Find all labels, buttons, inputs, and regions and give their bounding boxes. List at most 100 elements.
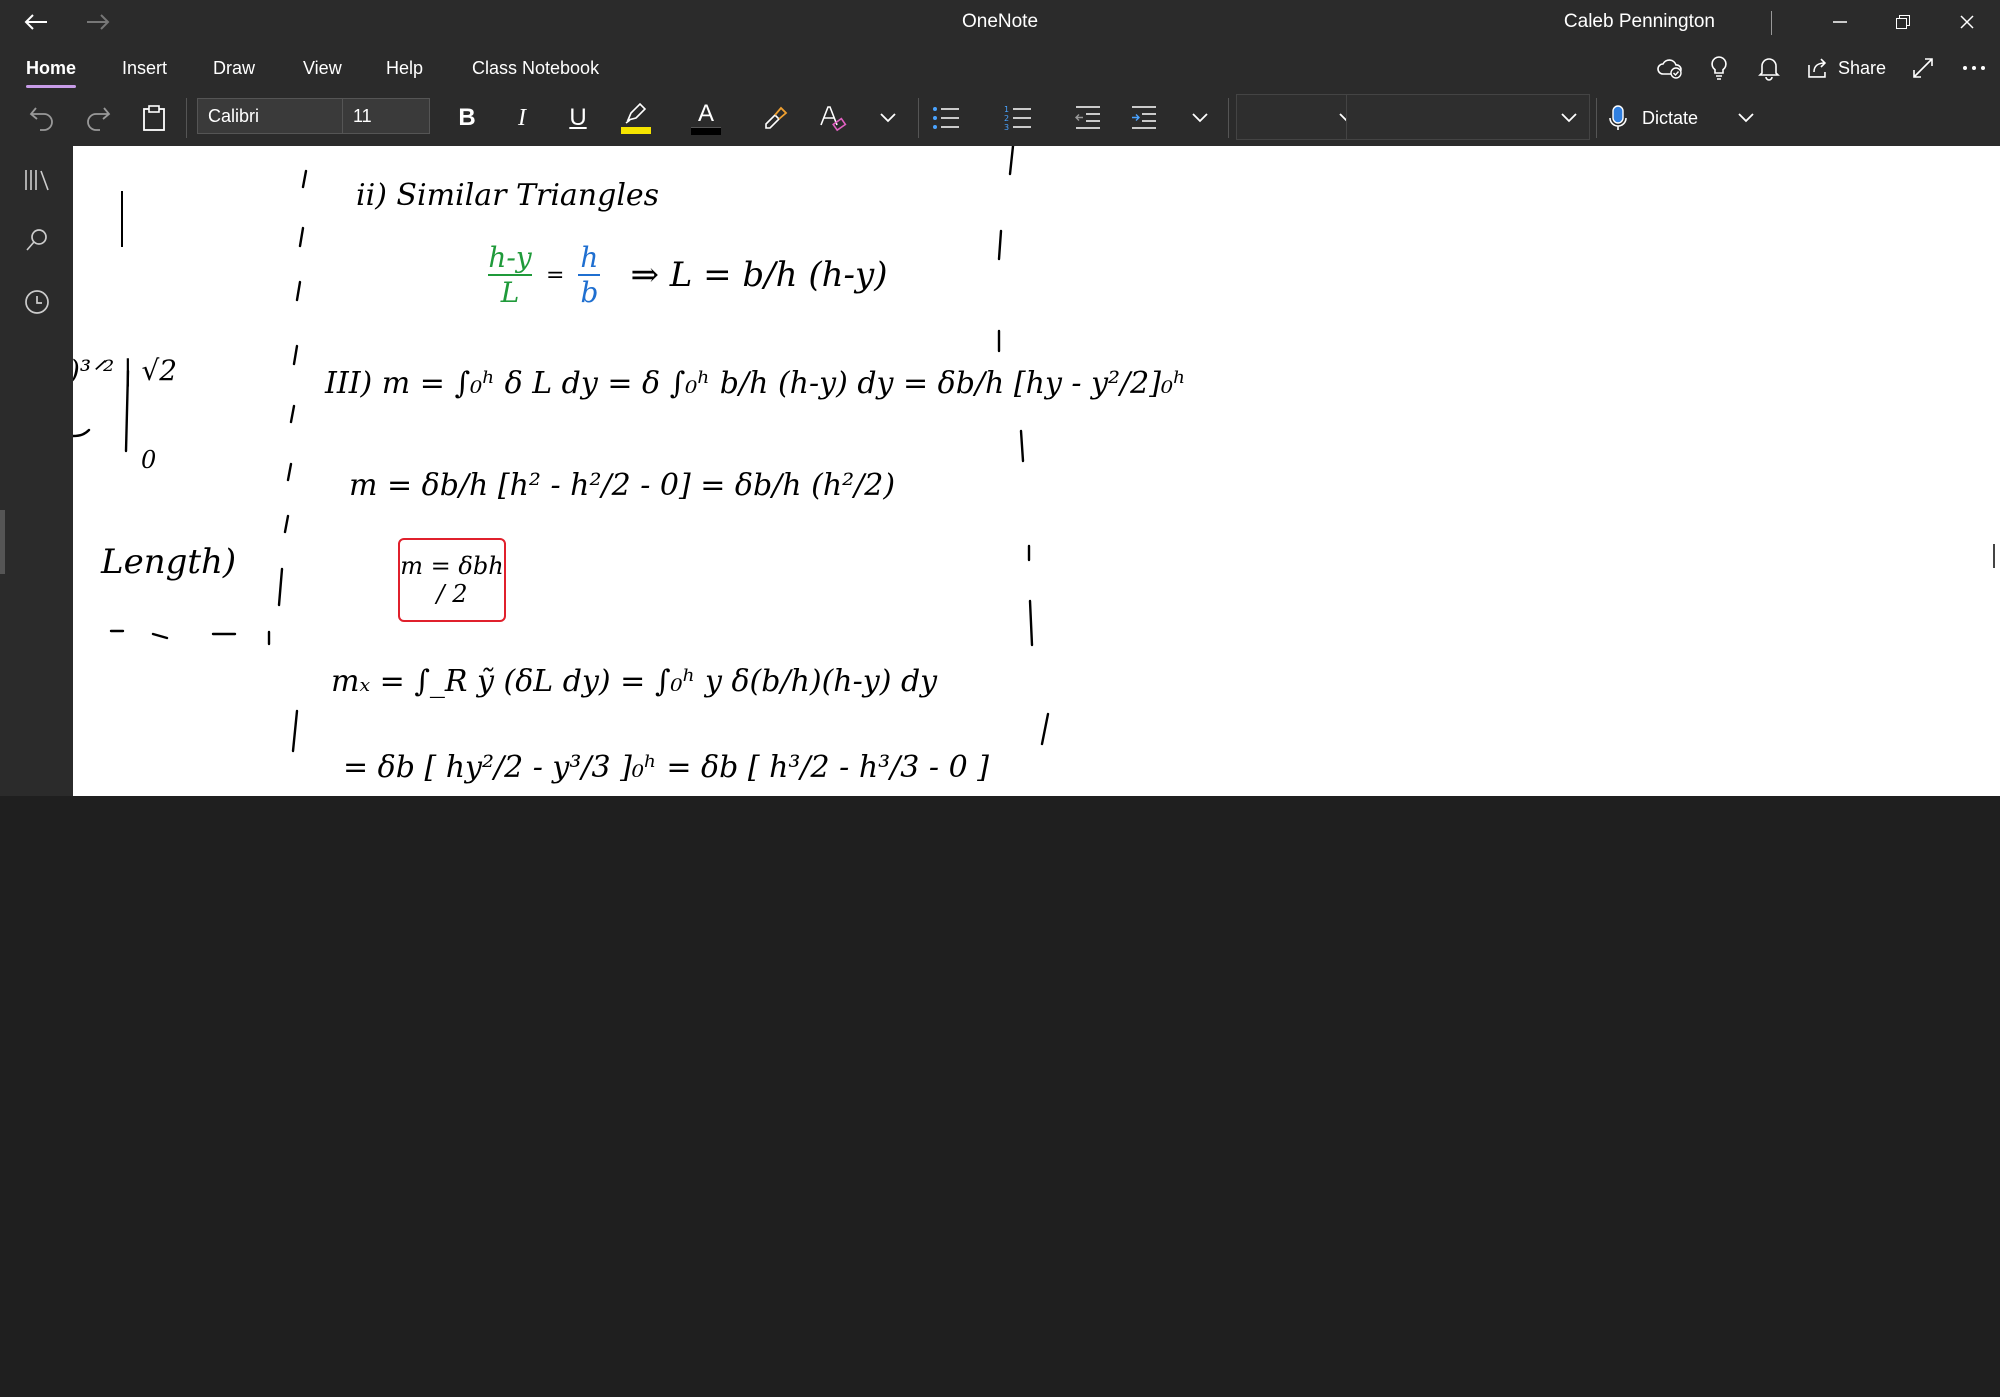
close-button[interactable] bbox=[1942, 0, 1992, 44]
user-name[interactable]: Caleb Pennington bbox=[1564, 0, 1715, 44]
chevron-down-icon bbox=[880, 113, 896, 123]
bold-button[interactable]: B bbox=[450, 100, 484, 136]
microphone-icon bbox=[1609, 105, 1627, 130]
highlight-button[interactable] bbox=[618, 98, 654, 138]
chevron-down-icon bbox=[1738, 113, 1754, 123]
dictate-options-dropdown[interactable] bbox=[1730, 100, 1762, 136]
underline-label: U bbox=[569, 104, 587, 131]
forward-button[interactable] bbox=[80, 0, 116, 44]
format-painter-button[interactable] bbox=[758, 100, 794, 136]
share-label: Share bbox=[1837, 57, 1886, 78]
minimize-button[interactable] bbox=[1815, 0, 1865, 44]
font-color-label: A bbox=[697, 100, 714, 127]
italic-button[interactable]: I bbox=[505, 100, 539, 136]
font-size-field[interactable]: 11 bbox=[342, 98, 430, 134]
numbered-list-button[interactable]: 123 bbox=[1000, 100, 1036, 136]
ratio-equation: h-y L = h b ⇒ L = b/h (h-y) bbox=[488, 241, 888, 309]
increase-indent-button[interactable] bbox=[1126, 100, 1162, 136]
underline-button[interactable]: U bbox=[561, 100, 595, 136]
moment-evaluation: = δb [ hy²/2 - y³/3 ]₀ʰ = δb [ h³/2 - h³… bbox=[343, 750, 989, 785]
dictate-button[interactable]: Dictate bbox=[1608, 100, 1712, 136]
chevron-down-icon bbox=[1192, 113, 1208, 123]
tab-view[interactable]: View bbox=[303, 44, 342, 92]
title-separator bbox=[1771, 11, 1772, 35]
back-arrow-icon bbox=[24, 14, 47, 30]
svg-text:1: 1 bbox=[1004, 105, 1009, 114]
paintbrush-icon bbox=[765, 106, 788, 129]
more-options-button[interactable] bbox=[1958, 52, 1990, 84]
restore-button[interactable] bbox=[1878, 0, 1928, 44]
sync-button[interactable] bbox=[1652, 52, 1688, 84]
more-formatting-dropdown[interactable] bbox=[872, 100, 904, 136]
tab-home[interactable]: Home bbox=[26, 44, 77, 92]
length-equation: ⇒ L = b/h (h-y) bbox=[630, 255, 888, 295]
tab-class-notebook[interactable]: Class Notebook bbox=[472, 44, 599, 92]
left-fragment-length: Length) bbox=[101, 542, 237, 582]
svg-text:3: 3 bbox=[1004, 123, 1009, 132]
font-color-button[interactable]: A bbox=[688, 98, 724, 138]
title-bar: OneNote Caleb Pennington bbox=[0, 0, 2000, 44]
left-fragment-zero: 0 bbox=[141, 446, 157, 474]
expand-icon bbox=[1913, 58, 1933, 78]
minimize-icon bbox=[1833, 21, 1847, 23]
redo-button[interactable] bbox=[80, 100, 116, 136]
indent-icon bbox=[1132, 106, 1156, 129]
search-button[interactable] bbox=[18, 222, 56, 258]
bullet-list-button[interactable] bbox=[928, 100, 964, 136]
paragraph-more-dropdown[interactable] bbox=[1184, 100, 1216, 136]
mass-evaluation: m = δb/h [h² - h²/2 - 0] = δb/h (h²/2) bbox=[349, 468, 896, 503]
toolbar-separator bbox=[1228, 98, 1229, 138]
clipboard-button[interactable] bbox=[136, 100, 172, 136]
left-fragment-root: )³ᐟ² | √2 bbox=[73, 354, 178, 387]
cloud-sync-icon bbox=[1657, 59, 1682, 79]
tab-insert[interactable]: Insert bbox=[122, 44, 167, 92]
boxed-mass-formula: m = δbh / 2 bbox=[400, 552, 504, 608]
note-canvas[interactable]: ii) Similar Triangles h-y L = h b ⇒ L = … bbox=[73, 146, 2000, 796]
font-color-swatch bbox=[691, 127, 721, 135]
ratio-right-denominator: b bbox=[580, 276, 599, 309]
ratio-left-numerator: h-y bbox=[488, 241, 532, 274]
clear-formatting-button[interactable] bbox=[814, 100, 850, 136]
tab-help[interactable]: Help bbox=[386, 44, 423, 92]
dictate-label: Dictate bbox=[1642, 107, 1699, 128]
close-icon bbox=[1960, 15, 1974, 29]
notifications-button[interactable] bbox=[1754, 52, 1784, 84]
bullet-list-icon bbox=[933, 107, 959, 129]
recent-notes-button[interactable] bbox=[18, 284, 56, 320]
highlight-color-swatch bbox=[621, 127, 651, 134]
toolbar-separator bbox=[1596, 98, 1597, 138]
tags-dropdown[interactable] bbox=[1346, 94, 1590, 140]
ribbon-tabs: Home Insert Draw View Help Class Noteboo… bbox=[0, 44, 2000, 92]
navigation-rail bbox=[0, 146, 73, 796]
tell-me-button[interactable] bbox=[1704, 52, 1734, 84]
notebooks-button[interactable] bbox=[18, 162, 56, 198]
clear-format-icon bbox=[820, 106, 847, 132]
right-edge-marker bbox=[1993, 544, 1995, 568]
numbered-list-icon: 123 bbox=[1004, 105, 1031, 132]
ratio-right-numerator: h bbox=[580, 241, 599, 274]
mass-integral: III) m = ∫₀ʰ δ L dy = δ ∫₀ʰ b/h (h-y) dy… bbox=[325, 366, 1186, 401]
toolbar-separator bbox=[918, 98, 919, 138]
font-name-field[interactable]: Calibri bbox=[197, 98, 343, 134]
undo-icon bbox=[29, 107, 53, 131]
toolbar-separator bbox=[186, 98, 187, 138]
restore-icon bbox=[1896, 15, 1910, 29]
bell-icon bbox=[1758, 58, 1780, 81]
clock-icon bbox=[25, 290, 49, 314]
clipboard-icon bbox=[143, 105, 165, 131]
left-scroll-indicator bbox=[0, 510, 5, 574]
undo-button[interactable] bbox=[24, 100, 60, 136]
full-screen-button[interactable] bbox=[1908, 52, 1938, 84]
back-button[interactable] bbox=[18, 0, 54, 44]
tab-draw[interactable]: Draw bbox=[213, 44, 255, 92]
outdent-icon bbox=[1075, 106, 1100, 129]
redo-icon bbox=[87, 107, 111, 131]
share-button[interactable]: Share bbox=[1806, 52, 1886, 84]
svg-text:2: 2 bbox=[1004, 114, 1009, 123]
decrease-indent-button[interactable] bbox=[1070, 100, 1106, 136]
search-icon bbox=[26, 229, 47, 251]
lightbulb-icon bbox=[1711, 56, 1727, 80]
share-icon bbox=[1808, 58, 1827, 78]
moment-integral: mₓ = ∫_R ỹ (δL dy) = ∫₀ʰ y δ(b/h)(h-y) d… bbox=[331, 664, 938, 699]
notebooks-icon bbox=[25, 170, 49, 191]
